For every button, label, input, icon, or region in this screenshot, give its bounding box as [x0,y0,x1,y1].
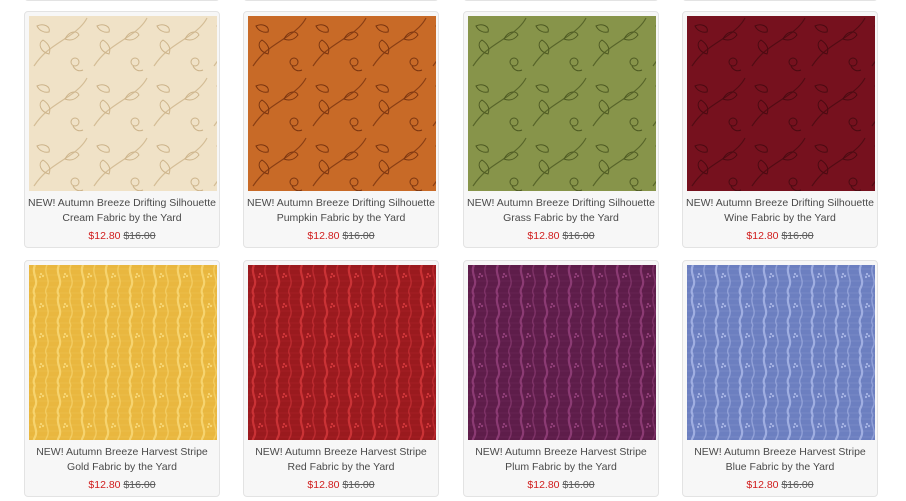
product-name-link[interactable]: NEW! Autumn Breeze Harvest Stripe Blue F… [685,445,875,475]
previous-row-card-edge [463,0,659,1]
original-price: $16.00 [342,479,375,491]
product-name-link[interactable]: NEW! Autumn Breeze Harvest Stripe Plum F… [466,445,656,475]
price-line: $12.80 $16.00 [244,230,438,243]
product-card[interactable]: NEW! Autumn Breeze Harvest Stripe Red Fa… [243,260,439,497]
original-price: $16.00 [562,230,595,242]
product-card[interactable]: NEW! Autumn Breeze Harvest Stripe Blue F… [682,260,878,497]
fabric-pattern-graphic [248,16,436,191]
fabric-pattern-graphic [468,265,656,440]
original-price: $16.00 [123,479,156,491]
sale-price: $12.80 [746,479,779,491]
price-line: $12.80 $16.00 [25,479,219,492]
sale-price: $12.80 [88,479,121,491]
fabric-pattern-graphic [29,16,217,191]
product-name-link[interactable]: NEW! Autumn Breeze Drifting Silhouette C… [27,196,217,226]
fabric-swatch-image[interactable] [468,265,656,440]
price-line: $12.80 $16.00 [464,479,658,492]
fabric-pattern-graphic [468,16,656,191]
fabric-swatch-image[interactable] [248,265,436,440]
original-price: $16.00 [342,230,375,242]
price-line: $12.80 $16.00 [683,479,877,492]
fabric-pattern-graphic [687,265,875,440]
product-card[interactable]: NEW! Autumn Breeze Drifting Silhouette P… [243,11,439,248]
product-name-link[interactable]: NEW! Autumn Breeze Harvest Stripe Red Fa… [246,445,436,475]
original-price: $16.00 [781,230,814,242]
fabric-pattern-graphic [687,16,875,191]
fabric-swatch-image[interactable] [687,265,875,440]
fabric-pattern-graphic [29,265,217,440]
sale-price: $12.80 [88,230,121,242]
product-name-link[interactable]: NEW! Autumn Breeze Drifting Silhouette G… [466,196,656,226]
original-price: $16.00 [781,479,814,491]
product-card[interactable]: NEW! Autumn Breeze Drifting Silhouette G… [463,11,659,248]
sale-price: $12.80 [527,479,560,491]
price-line: $12.80 $16.00 [244,479,438,492]
fabric-swatch-image[interactable] [248,16,436,191]
sale-price: $12.80 [307,230,340,242]
sale-price: $12.80 [307,479,340,491]
product-card[interactable]: NEW! Autumn Breeze Harvest Stripe Plum F… [463,260,659,497]
product-card[interactable]: NEW! Autumn Breeze Harvest Stripe Gold F… [24,260,220,497]
fabric-pattern-graphic [248,265,436,440]
fabric-swatch-image[interactable] [29,265,217,440]
fabric-swatch-image[interactable] [468,16,656,191]
previous-row-card-edge [24,0,220,1]
fabric-swatch-image[interactable] [687,16,875,191]
previous-row-card-edge [682,0,878,1]
fabric-swatch-image[interactable] [29,16,217,191]
original-price: $16.00 [123,230,156,242]
price-line: $12.80 $16.00 [464,230,658,243]
previous-row-card-edge [243,0,439,1]
original-price: $16.00 [562,479,595,491]
product-name-link[interactable]: NEW! Autumn Breeze Drifting Silhouette P… [246,196,436,226]
product-name-link[interactable]: NEW! Autumn Breeze Harvest Stripe Gold F… [27,445,217,475]
product-name-link[interactable]: NEW! Autumn Breeze Drifting Silhouette W… [685,196,875,226]
price-line: $12.80 $16.00 [683,230,877,243]
price-line: $12.80 $16.00 [25,230,219,243]
sale-price: $12.80 [527,230,560,242]
product-card[interactable]: NEW! Autumn Breeze Drifting Silhouette C… [24,11,220,248]
sale-price: $12.80 [746,230,779,242]
product-card[interactable]: NEW! Autumn Breeze Drifting Silhouette W… [682,11,878,248]
